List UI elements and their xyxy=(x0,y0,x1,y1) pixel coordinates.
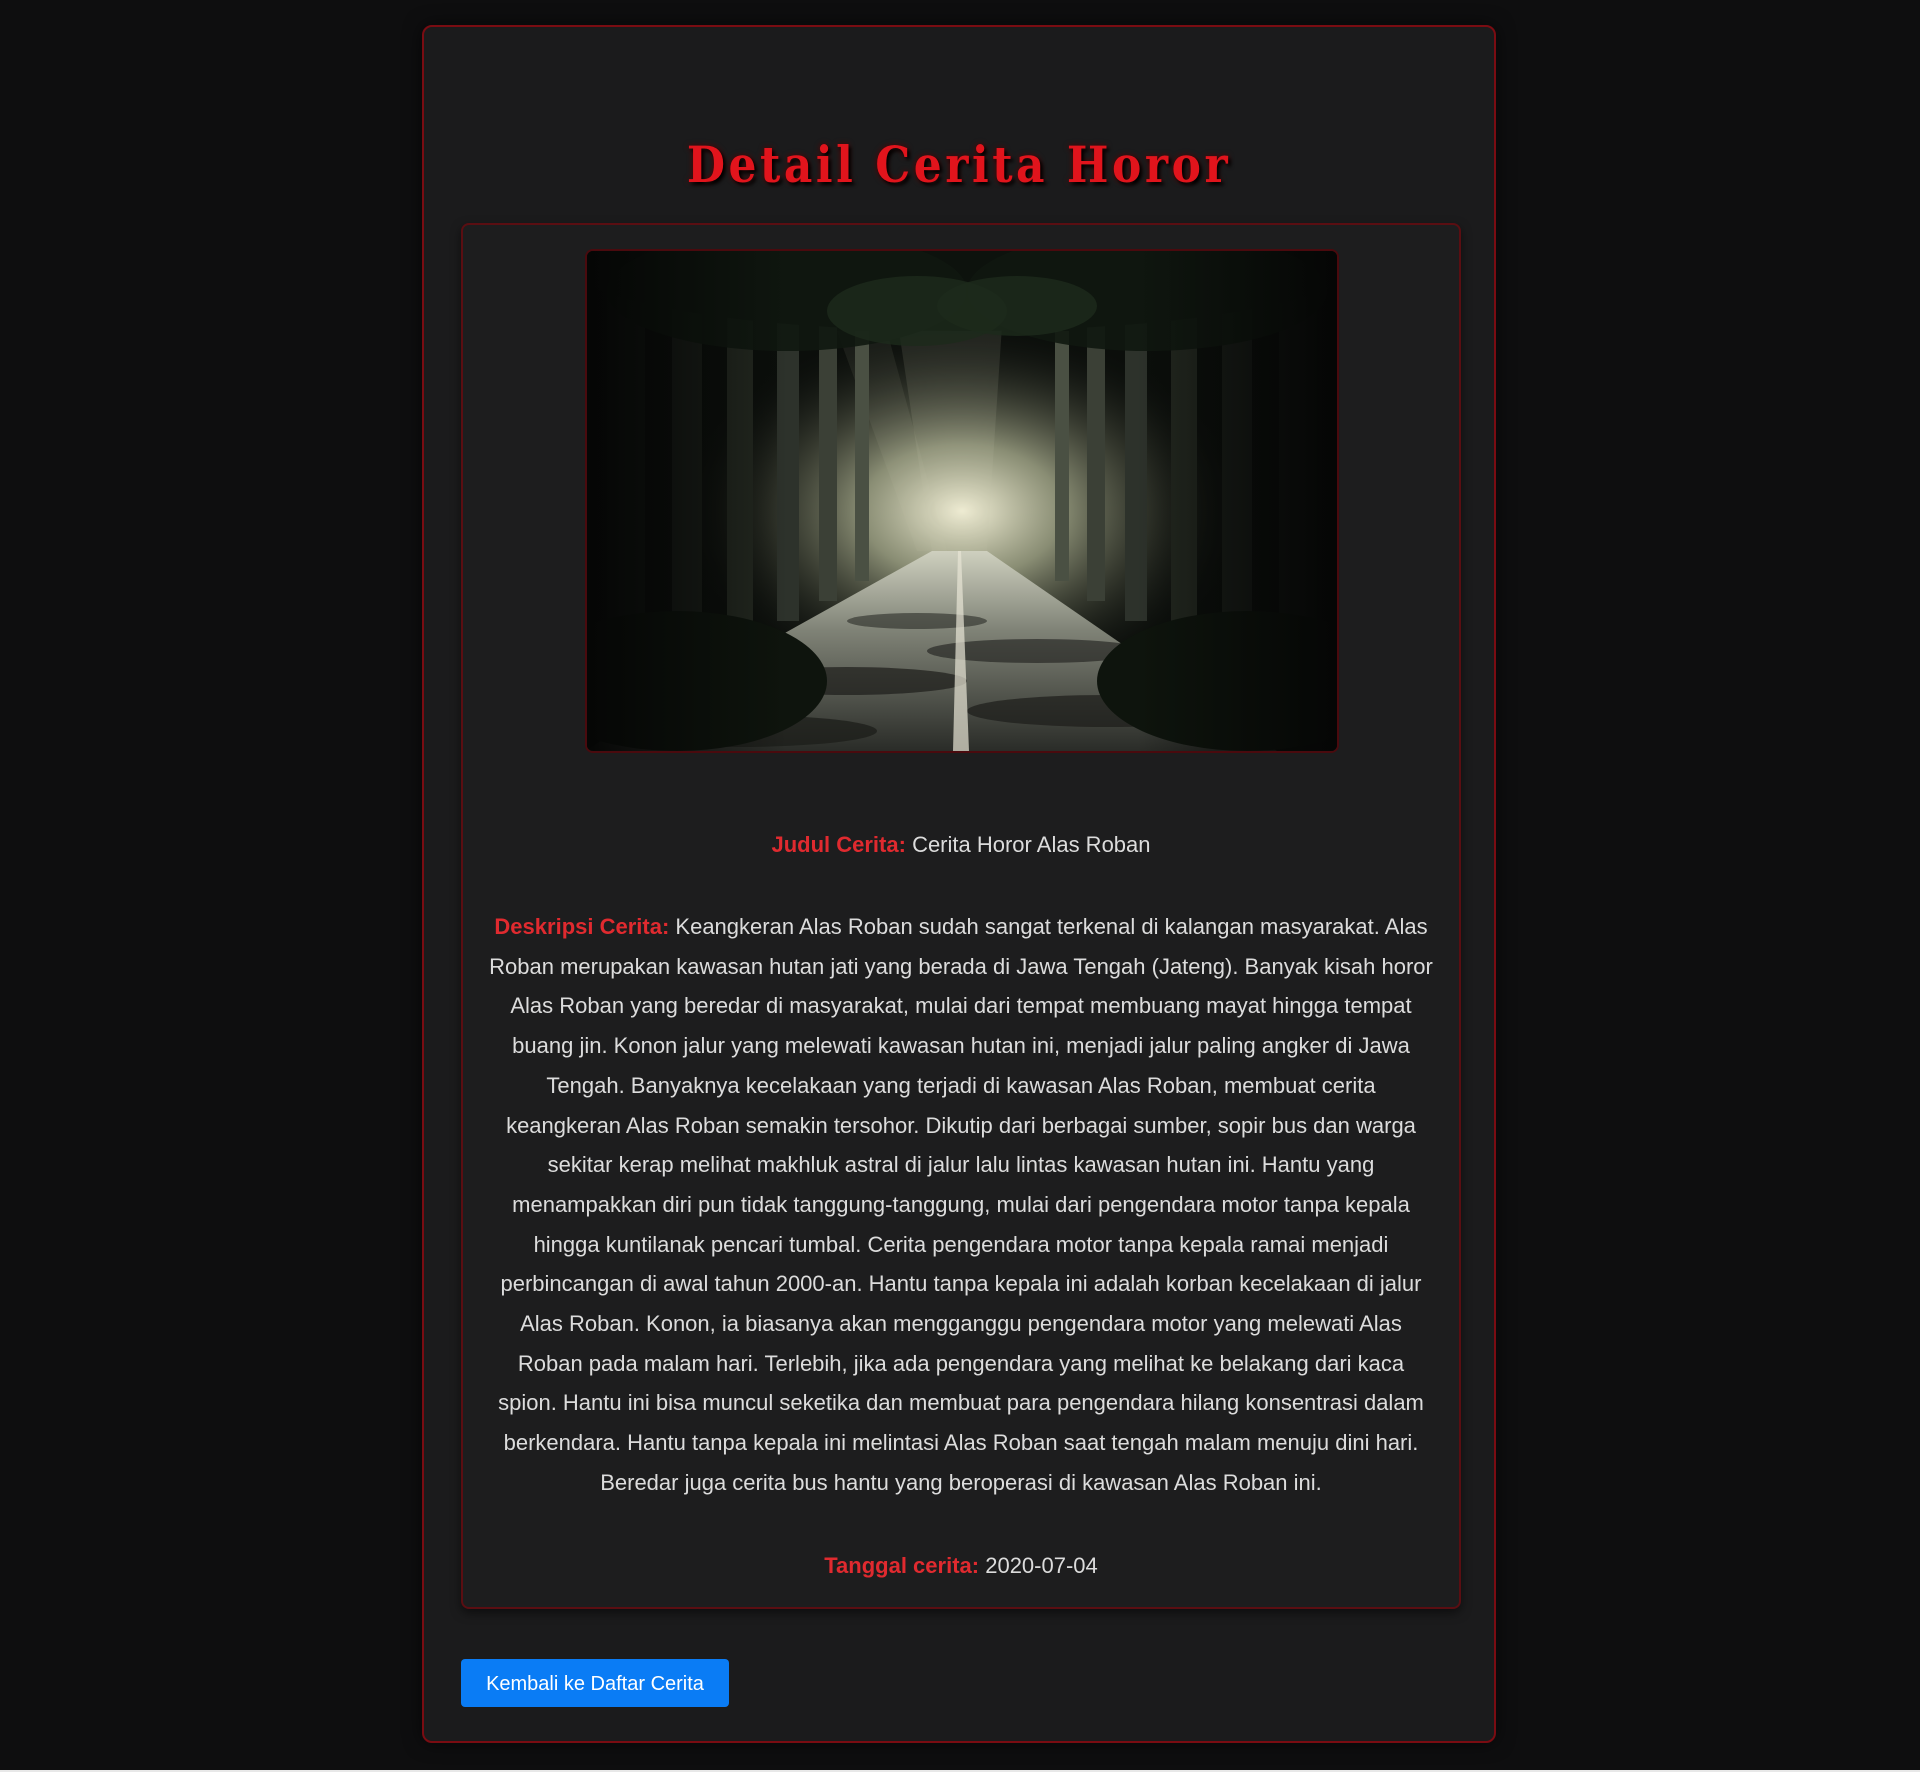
back-to-list-button[interactable]: Kembali ke Daftar Cerita xyxy=(461,1659,729,1707)
story-date-field: Tanggal cerita: 2020-07-04 xyxy=(489,1546,1433,1586)
story-description-label: Deskripsi Cerita: xyxy=(494,914,670,939)
story-description-field: Deskripsi Cerita: Keangkeran Alas Roban … xyxy=(489,907,1433,1503)
story-description-value: Keangkeran Alas Roban sudah sangat terke… xyxy=(489,914,1433,1495)
story-card: Judul Cerita: Cerita Horor Alas Roban De… xyxy=(461,223,1461,1609)
story-detail-container: Detail Cerita Horor Judul Cerita: Cerita… xyxy=(422,25,1496,1743)
story-title-field: Judul Cerita: Cerita Horor Alas Roban xyxy=(489,825,1433,865)
story-title-value: Cerita Horor Alas Roban xyxy=(912,832,1151,857)
story-image xyxy=(585,249,1339,753)
story-date-label: Tanggal cerita: xyxy=(824,1553,980,1578)
page-title: Detail Cerita Horor xyxy=(686,135,1232,194)
forest-road-picture xyxy=(587,251,1337,751)
story-date-value: 2020-07-04 xyxy=(985,1553,1098,1578)
story-title-label: Judul Cerita: xyxy=(771,832,906,857)
